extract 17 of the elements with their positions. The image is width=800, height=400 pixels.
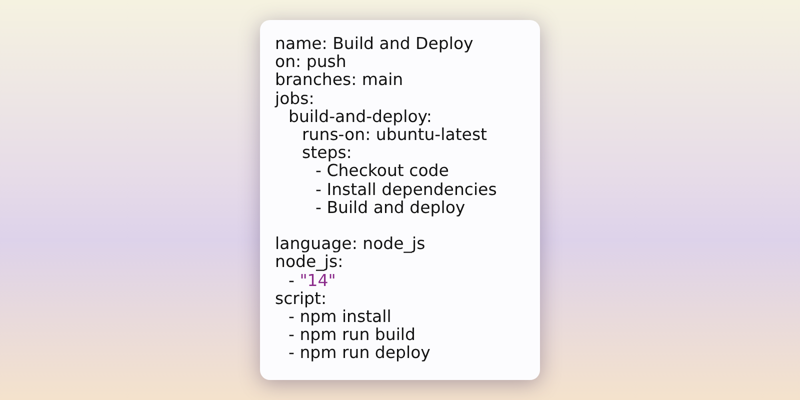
code-line: runs-on: ubuntu-latest xyxy=(302,126,488,144)
code-line: - npm install xyxy=(288,308,392,326)
code-line: script: xyxy=(275,290,327,308)
code-line: - Install dependencies xyxy=(316,180,497,199)
code-line: build-and-deploy: xyxy=(288,108,432,126)
code-line: - npm run build xyxy=(288,326,416,344)
code-line: - Checkout code xyxy=(316,162,449,181)
code-line: jobs: xyxy=(275,90,314,108)
code-line: branches: main xyxy=(275,71,404,90)
code-line: on: push xyxy=(275,53,346,72)
code-line: - npm run deploy xyxy=(288,344,430,363)
code-line: steps: xyxy=(302,144,352,162)
code-line: - Build and deploy xyxy=(316,198,466,218)
code-line: node_js: xyxy=(275,253,344,272)
code-line: name: Build and Deploy xyxy=(275,35,474,54)
code-line: - "14" xyxy=(288,272,336,290)
code-line: language: node_js xyxy=(275,235,426,254)
